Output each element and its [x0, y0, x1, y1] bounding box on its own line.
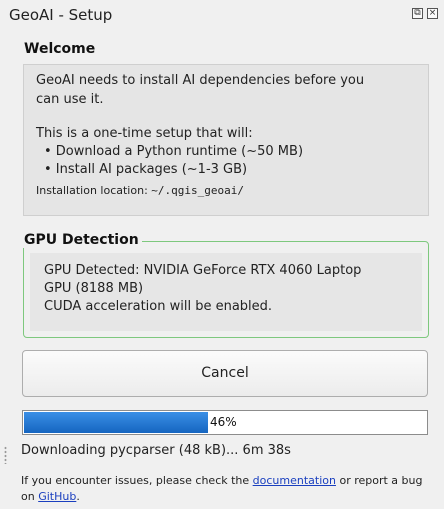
install-location-label: Installation location:	[36, 184, 152, 197]
help-text-prefix: If you encounter issues, please check th…	[21, 474, 253, 487]
welcome-intro-line: can use it.	[36, 92, 104, 107]
progress-bar: 46%	[22, 410, 428, 435]
welcome-heading: Welcome	[24, 41, 96, 57]
progress-percent: 46%	[210, 415, 237, 429]
setup-bullet: • Install AI packages (~1-3 GB)	[44, 162, 248, 177]
close-icon[interactable]: ×	[427, 8, 438, 19]
window-title: GeoAI - Setup	[9, 6, 113, 24]
welcome-panel: GeoAI needs to install AI dependencies b…	[23, 64, 429, 216]
install-location-path: ~/.qgis_geoai/	[151, 184, 244, 197]
progress-bar-fill	[24, 412, 208, 433]
cancel-button[interactable]: Cancel	[22, 350, 428, 397]
gpu-detection-heading: GPU Detection	[21, 232, 142, 248]
setup-bullet: • Download a Python runtime (~50 MB)	[44, 144, 304, 159]
restore-window-icon[interactable]: ⧉	[412, 8, 423, 19]
gpu-info-panel: GPU Detected: NVIDIA GeForce RTX 4060 La…	[30, 253, 422, 331]
setup-intro-text: This is a one-time setup that will:	[36, 126, 253, 141]
help-text-suffix: .	[76, 490, 80, 503]
documentation-link[interactable]: documentation	[253, 474, 336, 487]
download-status: Downloading pycparser (48 kB)... 6m 38s	[21, 443, 291, 458]
help-text: If you encounter issues, please check th…	[21, 473, 431, 505]
title-bar[interactable]: GeoAI - Setup ⧉ ×	[0, 0, 444, 30]
install-location: Installation location: ~/.qgis_geoai/	[36, 184, 244, 197]
gpu-memory-text: GPU (8188 MB)	[44, 281, 144, 296]
github-link[interactable]: GitHub	[38, 490, 76, 503]
resize-grip[interactable]	[4, 446, 7, 464]
cuda-status-text: CUDA acceleration will be enabled.	[44, 299, 273, 314]
welcome-intro-line: GeoAI needs to install AI dependencies b…	[36, 73, 365, 88]
gpu-detected-text: GPU Detected: NVIDIA GeForce RTX 4060 La…	[44, 263, 362, 278]
